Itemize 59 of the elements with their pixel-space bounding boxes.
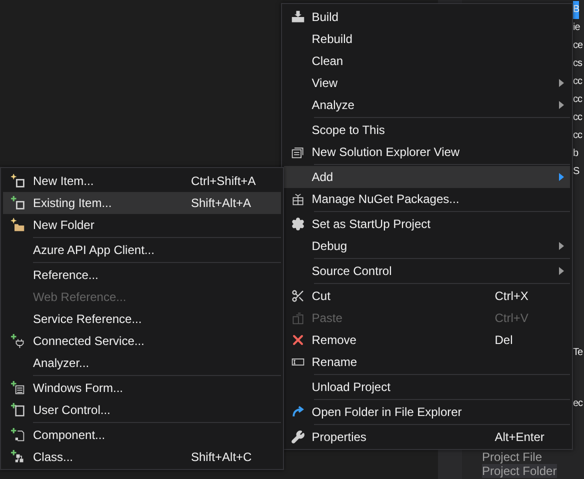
menu-item[interactable]: Open Folder in File Explorer [284,401,570,423]
new-folder-icon [11,218,25,232]
scissors-icon [290,289,305,303]
tree-item[interactable]: b [573,145,578,163]
menu-item[interactable]: Add [284,166,570,188]
menu-item[interactable]: Rebuild [284,28,570,50]
tree-item[interactable]: Project Folder [482,464,557,478]
menu-item[interactable]: View [284,72,570,94]
tree-item[interactable]: cc [573,109,582,127]
menu-item[interactable]: Windows Form... [3,377,281,399]
menu-item[interactable]: Connected Service... [3,330,281,352]
curved-arrow-icon [290,405,305,419]
gift-icon [290,192,305,206]
tree-item[interactable]: cc [573,73,582,91]
tree-item[interactable]: cc [573,91,582,109]
menu-item[interactable]: Class... Shift+Alt+C [3,446,281,468]
menu-item[interactable]: Azure API App Client... [3,239,281,261]
menu-item[interactable]: Properties Alt+Enter [284,426,570,448]
menu-item[interactable]: Unload Project [284,376,570,398]
add-plug-icon [11,334,25,348]
add-class-icon [11,450,25,464]
menu-item[interactable]: Rename [284,351,570,373]
build-icon [290,10,305,24]
tree-item[interactable]: ie [573,19,580,37]
menu-item[interactable]: Analyze [284,94,570,116]
menu-item[interactable]: Scope to This [284,119,570,141]
menu-item[interactable]: New Item... Ctrl+Shift+A [3,170,281,192]
menu-item[interactable]: User Control... [3,399,281,421]
tree-item[interactable]: Project File [482,450,542,464]
menu-item[interactable]: Component... [3,424,281,446]
tree-item[interactable]: cs [573,55,582,73]
add-component-icon [11,428,25,442]
menu-item[interactable]: Clean [284,50,570,72]
add-item-icon [11,196,25,210]
new-item-icon [11,174,25,188]
menu-item[interactable]: Reference... [3,264,281,286]
menu-item[interactable]: Analyzer... [3,352,281,374]
windows-icon [290,145,305,159]
menu-item[interactable]: Existing Item... Shift+Alt+A [3,192,281,214]
clipboard-icon [290,311,305,325]
menu-item[interactable]: Cut Ctrl+X [284,285,570,307]
menu-item[interactable]: Manage NuGet Packages... [284,188,570,210]
menu-item[interactable]: Build [284,6,570,28]
add-form-icon [11,381,25,395]
menu-item[interactable]: Set as StartUp Project [284,213,570,235]
menu-item[interactable]: New Solution Explorer View [284,141,570,163]
menu-item[interactable]: Debug [284,235,570,257]
tree-item[interactable]: S [573,163,580,181]
tree-item[interactable]: ce [573,37,583,55]
menu-item[interactable]: Remove Del [284,329,570,351]
menu-item[interactable]: Service Reference... [3,308,281,330]
tree-item[interactable]: ec [573,395,583,413]
tree-item[interactable]: cc [573,127,582,145]
menu-item[interactable]: Source Control [284,260,570,282]
menu-item[interactable]: New Folder [3,214,281,236]
wrench-icon [290,430,305,444]
gear-icon [290,217,305,231]
tree-item[interactable]: Te [573,344,583,362]
add-control-icon [11,403,25,417]
